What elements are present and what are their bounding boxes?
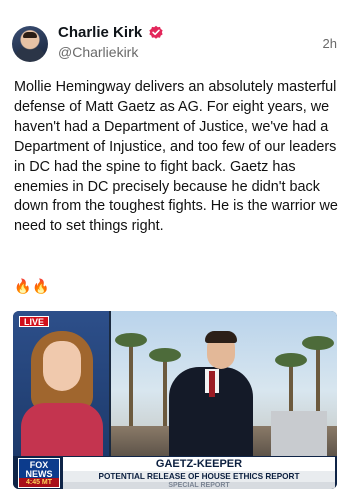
post-video-thumbnail[interactable]: LIVE FOX NEWS 4:45 MT GAETZ-KEEPER POTEN… (13, 311, 337, 489)
palm-tree (115, 333, 147, 436)
speaker-tie (209, 371, 215, 397)
chyron-ghost-text: SPECIAL REPORT (63, 482, 335, 489)
chyron-subheadline: POTENTIAL RELEASE OF HOUSE ETHICS REPORT (63, 471, 335, 482)
anchor-body (21, 403, 103, 456)
avatar-hair (23, 32, 37, 38)
author-handle[interactable]: @Charliekirk (58, 44, 138, 60)
post-emoji: 🔥🔥 (14, 278, 51, 294)
palm-tree (149, 348, 181, 436)
post-timestamp: 2h (322, 36, 337, 51)
live-badge: LIVE (19, 316, 50, 327)
anchor-video-pane (13, 311, 109, 456)
network-logo-text: FOX NEWS (25, 460, 53, 479)
post-text: Mollie Hemingway delivers an absolutely … (14, 79, 338, 235)
chyron-headline: GAETZ-KEEPER (63, 457, 335, 471)
author-display-name[interactable]: Charlie Kirk (58, 24, 142, 41)
network-logo: FOX NEWS 4:45 MT (18, 458, 60, 488)
author-avatar[interactable] (12, 26, 48, 62)
post-header: Charlie Kirk @Charliekirk 2h (0, 0, 351, 70)
anchor-face (43, 341, 81, 391)
podium (271, 411, 327, 456)
speaker-hair (205, 331, 237, 343)
speaker-video-pane (111, 311, 337, 456)
network-time: 4:45 MT (19, 478, 59, 487)
verified-badge-icon (149, 25, 163, 39)
